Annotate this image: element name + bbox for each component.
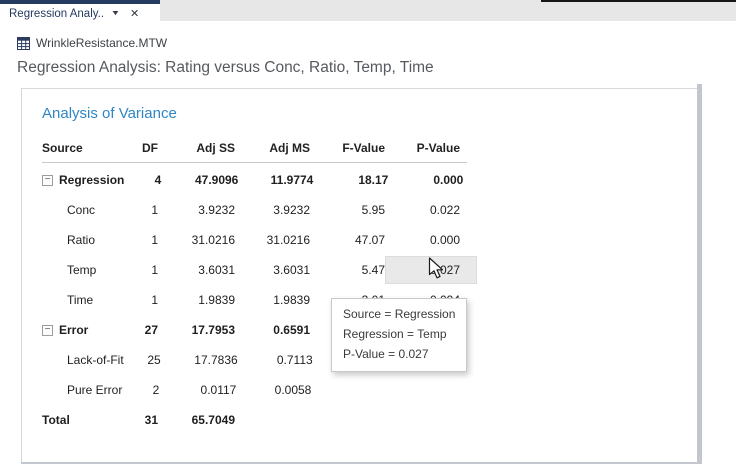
worksheet-grid-icon	[17, 37, 30, 50]
cell-source[interactable]: Pure Error	[41, 383, 122, 397]
cell-f[interactable]: 47.07	[310, 233, 385, 247]
cell-adj-ms[interactable]: 31.0216	[235, 233, 310, 247]
cell-source[interactable]: Ratio	[41, 233, 121, 247]
cell-df[interactable]: 25	[124, 353, 161, 367]
anova-heading: Analysis of Variance	[42, 105, 177, 122]
hover-tooltip: Source = Regression Regression = Temp P-…	[331, 298, 467, 372]
cell-adj-ms[interactable]: 0.6591	[235, 323, 310, 337]
table-row-ratio[interactable]: Ratio131.021631.021647.070.000	[41, 225, 477, 255]
cell-df[interactable]: 1	[121, 293, 158, 307]
source-label: Conc	[67, 203, 95, 217]
cell-adj-ss[interactable]: 65.7049	[158, 413, 235, 427]
column-header-pvalue: P-Value	[385, 141, 477, 155]
column-header-adjss: Adj SS	[158, 141, 235, 155]
cell-f[interactable]: 5.47	[310, 263, 385, 277]
source-label: Time	[67, 293, 93, 307]
source-label: Pure Error	[67, 383, 122, 397]
table-row-conc[interactable]: Conc13.92323.92325.950.022	[41, 195, 477, 225]
cell-p[interactable]: 0.000	[385, 233, 477, 247]
cell-f[interactable]: 5.95	[310, 203, 385, 217]
cell-adj-ss[interactable]: 17.7836	[161, 353, 238, 367]
cell-df[interactable]: 2	[122, 383, 159, 397]
tab-regression-analysis[interactable]: Regression Analy... ▼ ✕	[0, 0, 160, 25]
table-row-pure-error[interactable]: Pure Error20.01170.0058	[41, 375, 477, 405]
cell-adj-ms[interactable]: 0.7113	[238, 353, 313, 367]
column-header-adjms: Adj MS	[235, 141, 310, 155]
collapse-minus-icon[interactable]: −	[42, 175, 53, 186]
page-title: Regression Analysis: Rating versus Conc,…	[17, 59, 434, 77]
cell-adj-ms[interactable]: 1.9839	[235, 293, 310, 307]
source-label: Lack-of-Fit	[67, 353, 124, 367]
collapse-minus-icon[interactable]: −	[42, 325, 53, 336]
source-label: Temp	[67, 263, 96, 277]
mouse-cursor-icon	[428, 257, 445, 286]
cell-source[interactable]: −Error	[41, 323, 121, 337]
cell-source[interactable]: Time	[41, 293, 121, 307]
cell-source[interactable]: Total	[41, 413, 121, 427]
cell-source[interactable]: Temp	[41, 263, 121, 277]
cell-p[interactable]: 0.022	[385, 203, 477, 217]
source-label: Ratio	[67, 233, 95, 247]
pane-bottom-border	[21, 462, 702, 464]
cell-df[interactable]: 1	[121, 203, 158, 217]
cell-source[interactable]: Lack-of-Fit	[41, 353, 124, 367]
header-divider	[42, 162, 467, 163]
cell-adj-ms[interactable]: 11.9774	[238, 173, 313, 187]
cell-df[interactable]: 4	[124, 173, 161, 187]
table-row-total[interactable]: Total 3165.7049	[41, 405, 477, 435]
tooltip-line-pvalue: P-Value = 0.027	[343, 344, 455, 364]
column-header-fvalue: F-Value	[310, 141, 385, 155]
cell-f[interactable]: 18.17	[313, 173, 388, 187]
table-row-regression[interactable]: −Regression447.909611.977418.170.000	[41, 165, 477, 195]
worksheet-name: WrinkleResistance.MTW	[36, 36, 167, 50]
cell-adj-ss[interactable]: 47.9096	[161, 173, 238, 187]
cell-df[interactable]: 1	[121, 263, 158, 277]
cell-p[interactable]: 0.000	[388, 173, 480, 187]
table-header-row: Source DF Adj SS Adj MS F-Value P-Value	[41, 133, 477, 163]
source-label: Total	[42, 413, 70, 427]
tooltip-line-term: Regression = Temp	[343, 324, 455, 344]
cell-source[interactable]: −Regression	[41, 173, 124, 187]
cell-adj-ms[interactable]: 3.9232	[235, 203, 310, 217]
cell-adj-ms[interactable]: 3.6031	[235, 263, 310, 277]
source-label: Regression	[59, 173, 124, 187]
cell-df[interactable]: 1	[121, 233, 158, 247]
tab-title: Regression Analy...	[9, 8, 103, 20]
cell-source[interactable]: Conc	[41, 203, 121, 217]
cell-adj-ss[interactable]: 17.7953	[158, 323, 235, 337]
cell-adj-ss[interactable]: 31.0216	[158, 233, 235, 247]
chevron-down-icon[interactable]: ▼	[111, 10, 121, 17]
worksheet-row[interactable]: WrinkleResistance.MTW	[17, 36, 167, 50]
close-icon[interactable]: ✕	[130, 7, 139, 20]
cell-adj-ss[interactable]: 1.9839	[158, 293, 235, 307]
cell-adj-ss[interactable]: 0.0117	[159, 383, 236, 397]
column-header-df: DF	[121, 141, 158, 155]
source-label: Error	[59, 323, 88, 337]
tooltip-line-source: Source = Regression	[343, 304, 455, 324]
cell-adj-ms[interactable]: 0.0058	[236, 383, 311, 397]
cell-adj-ss[interactable]: 3.6031	[158, 263, 235, 277]
cell-adj-ss[interactable]: 3.9232	[158, 203, 235, 217]
window-edge-bar	[541, 0, 736, 2]
column-header-source: Source	[41, 141, 121, 155]
cell-df[interactable]: 27	[121, 323, 158, 337]
cell-df[interactable]: 31	[121, 413, 158, 427]
table-row-temp[interactable]: Temp13.60313.60315.470.027	[41, 255, 477, 285]
vertical-scrollbar[interactable]	[697, 84, 702, 462]
